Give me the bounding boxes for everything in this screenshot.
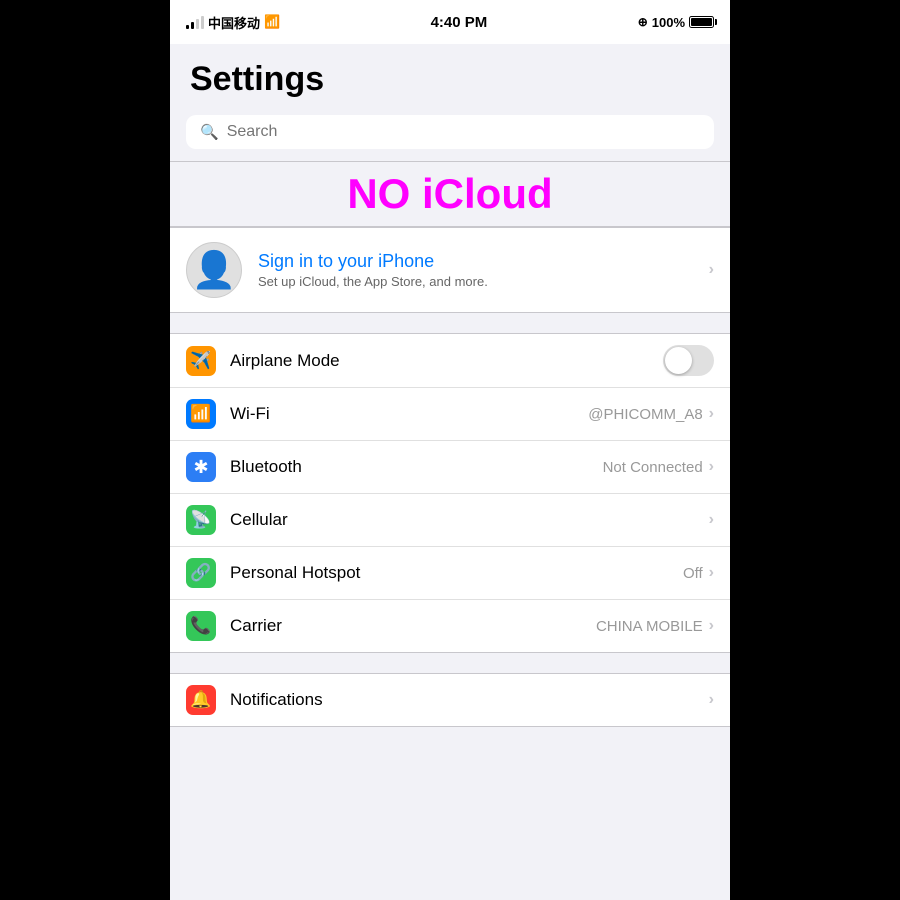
- location-icon: ⊕: [638, 15, 648, 29]
- bluetooth-icon: ✱: [186, 452, 216, 482]
- notifications-group: 🔔 Notifications ›: [170, 673, 730, 727]
- notifications-chevron-icon: ›: [709, 691, 714, 709]
- battery-percent: 100%: [652, 15, 685, 30]
- carrier-label: 中国移动: [208, 13, 260, 32]
- signal-bar-1: [186, 25, 189, 29]
- status-right: ⊕ 100%: [638, 15, 714, 30]
- wifi-label: Wi-Fi: [230, 404, 588, 424]
- wifi-value: @PHICOMM_A8: [588, 406, 702, 423]
- signin-secondary: Set up iCloud, the App Store, and more.: [258, 274, 693, 289]
- airplane-mode-row[interactable]: ✈️ Airplane Mode: [170, 334, 730, 388]
- status-time: 4:40 PM: [431, 14, 488, 31]
- carrier-label: Carrier: [230, 616, 596, 636]
- bluetooth-chevron-icon: ›: [709, 458, 714, 476]
- signal-bar-2: [191, 22, 194, 29]
- signal-bars-icon: [186, 16, 204, 29]
- carrier-chevron-icon: ›: [709, 617, 714, 635]
- notifications-icon: 🔔: [186, 685, 216, 715]
- hotspot-icon: 🔗: [186, 558, 216, 588]
- phone-frame: 中国移动 📶 4:40 PM ⊕ 100% Settings 🔍: [170, 0, 730, 900]
- search-bar[interactable]: 🔍: [186, 115, 714, 149]
- no-icloud-text: NO iCloud: [347, 170, 552, 217]
- no-icloud-banner: NO iCloud: [170, 161, 730, 227]
- cellular-label: Cellular: [230, 510, 709, 530]
- wifi-status-icon: 📶: [264, 14, 280, 30]
- notifications-row[interactable]: 🔔 Notifications ›: [170, 674, 730, 726]
- signal-bar-4: [201, 16, 204, 29]
- wifi-icon: 📶: [186, 399, 216, 429]
- signin-chevron-icon: ›: [709, 261, 714, 279]
- signin-text: Sign in to your iPhone Set up iCloud, th…: [258, 251, 693, 289]
- cellular-icon: 📡: [186, 505, 216, 535]
- hotspot-chevron-icon: ›: [709, 564, 714, 582]
- carrier-row[interactable]: 📞 Carrier CHINA MOBILE ›: [170, 600, 730, 652]
- hotspot-label: Personal Hotspot: [230, 563, 683, 583]
- search-input[interactable]: [227, 123, 700, 141]
- page-title: Settings: [190, 60, 710, 99]
- signin-row[interactable]: 👤 Sign in to your iPhone Set up iCloud, …: [170, 228, 730, 312]
- search-container: 🔍: [170, 107, 730, 161]
- airplane-mode-toggle[interactable]: [663, 345, 714, 376]
- signin-section[interactable]: 👤 Sign in to your iPhone Set up iCloud, …: [170, 227, 730, 313]
- signal-bar-3: [196, 19, 199, 29]
- carrier-value: CHINA MOBILE: [596, 618, 703, 635]
- person-icon: 👤: [192, 249, 237, 291]
- carrier-icon: 📞: [186, 611, 216, 641]
- wifi-chevron-icon: ›: [709, 405, 714, 423]
- status-left: 中国移动 📶: [186, 13, 280, 32]
- toggle-knob: [665, 347, 692, 374]
- cellular-row[interactable]: 📡 Cellular ›: [170, 494, 730, 547]
- network-settings-group: ✈️ Airplane Mode 📶 Wi-Fi @PHICOMM_A8 › ✱…: [170, 333, 730, 653]
- bluetooth-value: Not Connected: [603, 459, 703, 476]
- avatar: 👤: [186, 242, 242, 298]
- hotspot-value: Off: [683, 565, 703, 582]
- bluetooth-row[interactable]: ✱ Bluetooth Not Connected ›: [170, 441, 730, 494]
- battery-icon: [689, 16, 714, 28]
- search-icon: 🔍: [200, 123, 219, 141]
- settings-title-section: Settings: [170, 44, 730, 107]
- hotspot-row[interactable]: 🔗 Personal Hotspot Off ›: [170, 547, 730, 600]
- notifications-label: Notifications: [230, 690, 709, 710]
- bluetooth-label: Bluetooth: [230, 457, 603, 477]
- wifi-row[interactable]: 📶 Wi-Fi @PHICOMM_A8 ›: [170, 388, 730, 441]
- airplane-mode-label: Airplane Mode: [230, 351, 663, 371]
- settings-content: Settings 🔍 NO iCloud 👤 Sign in to your i…: [170, 44, 730, 900]
- airplane-mode-icon: ✈️: [186, 346, 216, 376]
- cellular-chevron-icon: ›: [709, 511, 714, 529]
- status-bar: 中国移动 📶 4:40 PM ⊕ 100%: [170, 0, 730, 44]
- signin-primary: Sign in to your iPhone: [258, 251, 693, 272]
